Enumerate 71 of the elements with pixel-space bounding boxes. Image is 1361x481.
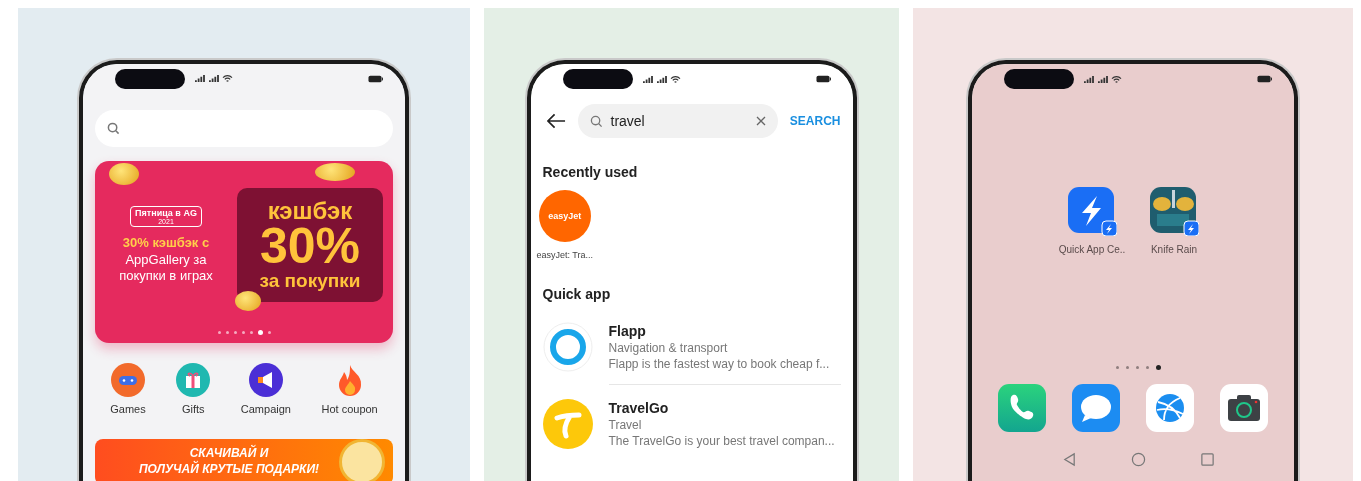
signal-icon [1083,74,1094,84]
carousel-dot[interactable] [267,331,271,334]
carousel-dot[interactable] [249,331,253,334]
search-icon [107,121,120,135]
app-category: Travel [608,418,643,432]
app-shortcut[interactable]: Knife Rain [1137,186,1211,255]
signal-icon [641,74,653,84]
lightning-icon [1067,186,1117,236]
app-name[interactable]: Flapp [608,323,830,339]
cashback-panel: кэшбэк 30% за покупки [237,188,383,302]
wifi-icon [669,74,681,84]
back-arrow-icon[interactable] [546,113,566,129]
carousel-dot[interactable] [233,331,237,334]
category-item[interactable]: Hot coupon [321,363,378,415]
category-item[interactable]: Games [110,363,146,415]
section-title: Recently used [542,164,639,180]
page-dot[interactable] [1115,366,1119,369]
battery-icon [1257,75,1272,83]
promo-text: ПОЛУЧАЙ КРУТЫЕ ПОДАРКИ! [138,462,320,478]
promo-text: СКАЧИВАЙ И [189,446,269,461]
camera-cutout [562,69,633,89]
carousel-dot[interactable] [241,331,245,334]
phone-icon[interactable] [998,384,1046,432]
carousel-dot[interactable] [257,330,263,335]
gamepad-icon [111,363,145,397]
gift-icon [176,363,211,397]
camera-icon[interactable] [1220,384,1268,432]
banner-headline: 30% кэшбэк с [122,234,210,250]
home-icon[interactable] [1130,452,1146,467]
back-icon[interactable] [1061,452,1077,467]
search-field[interactable]: travel [577,104,778,138]
ring-icon[interactable] [542,322,593,372]
recents-icon[interactable] [1199,452,1215,467]
search-icon [589,114,603,128]
app-description: The TravelGo is your best travel compan... [608,434,835,448]
page-dot[interactable] [1145,366,1149,369]
search-field[interactable] [95,109,393,148]
app-label: easyJet: Tra... [536,250,594,260]
battery-icon [368,74,383,83]
page-dot[interactable] [1125,366,1129,369]
prize-wheel-drawing [339,439,385,481]
page-dot[interactable] [1155,365,1161,370]
game-icon [1149,186,1199,236]
app-name[interactable]: TravelGo [608,400,835,416]
camera-cutout [115,68,185,89]
page-dot[interactable] [1135,366,1139,369]
signal-icon [194,74,205,84]
battery-icon [815,75,831,83]
camera-cutout [1004,69,1074,89]
chat-bubble-icon[interactable] [1072,384,1120,432]
wifi-icon [1111,74,1122,84]
carousel-dot[interactable] [217,331,221,334]
app-category: Navigation & transport [608,341,729,355]
signal-icon [655,74,667,84]
category-item[interactable]: Campaign [240,363,291,415]
coin-drawing [235,291,261,312]
signal-icon [208,74,219,84]
megaphone-icon [248,363,283,397]
globe-icon[interactable] [1146,384,1194,432]
signal-icon [1097,74,1108,84]
wifi-icon [222,74,233,84]
section-title: Quick app [542,286,612,302]
letter-t-icon[interactable] [542,399,593,449]
carousel-dot[interactable] [225,331,229,334]
banner-subtitle: AppGallery за покупки в играх [118,251,214,285]
app-shortcut[interactable]: Quick App Ce.. [1055,186,1129,255]
coin-drawing [315,163,355,182]
clear-icon[interactable] [755,116,766,126]
coin-drawing [109,163,139,186]
category-item[interactable]: Gifts [176,363,211,415]
app-description: Flapp is the fastest way to book cheap f... [608,357,830,371]
